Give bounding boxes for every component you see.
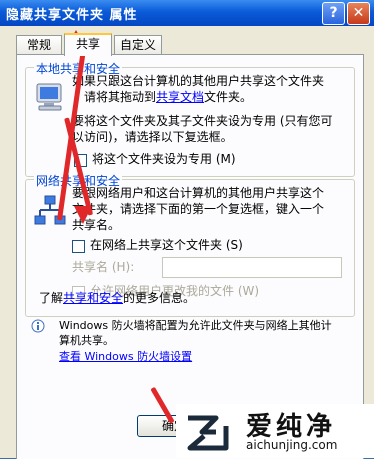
local-desc-line4: 以访问)，请选择以下复选框。	[72, 130, 233, 144]
computer-icon	[36, 83, 62, 111]
watermark-logo	[187, 415, 229, 451]
annotation-arrowhead-checkbox	[74, 206, 92, 224]
share-name-input[interactable]	[162, 257, 342, 278]
sharing-panel: 本地共享和安全 如果只跟这台计算机的其他用户共享这个文件夹 ，请将其拖动到共享文…	[16, 54, 364, 459]
learn-more-line: 了解共享和安全的更多信息。	[39, 291, 195, 306]
learn-more-prefix: 了解	[39, 291, 64, 305]
properties-window: 隐藏共享文件夹 属性 ? ✕ 常规 共享 自定义 本地共享和安全 如果只跟这台计…	[0, 0, 374, 459]
help-button[interactable]: ?	[322, 2, 345, 25]
firewall-settings-link[interactable]: 查看 Windows 防火墙设置	[59, 349, 192, 364]
shared-documents-link[interactable]: 共享文档	[156, 90, 204, 104]
local-desc-suffix: 文件夹。	[204, 90, 253, 104]
info-icon	[31, 319, 45, 333]
share-on-network-checkbox[interactable]	[72, 240, 85, 253]
make-private-label[interactable]: 将这个文件夹设为专用 (M)	[92, 152, 236, 167]
tab-sharing[interactable]: 共享	[64, 33, 112, 56]
firewall-line1: Windows 防火墙将配置为允许此文件夹与网络上其他计	[59, 319, 332, 332]
firewall-line2: 算机共享。	[59, 334, 114, 347]
learn-more-suffix: 的更多信息。	[123, 291, 196, 305]
network-desc-line2: 文件夹，请选择下面的第一个复选框，键入一个	[72, 202, 325, 216]
local-desc-text: ，请将其拖动到	[72, 90, 157, 104]
watermark-url: aichunjing.com	[246, 438, 338, 452]
share-name-label: 共享名 (H):	[72, 260, 135, 274]
watermark: 爱纯净 aichunjing.com	[176, 404, 374, 458]
local-desc-line1: 如果只跟这台计算机的其他用户共享这个文件夹	[72, 74, 325, 88]
sharing-security-link[interactable]: 共享和安全	[63, 291, 123, 305]
local-desc-line3: 要将这个文件夹及其子文件夹设为专用 (只有您可	[72, 114, 333, 128]
local-desc-line2: ，请将其拖动到共享文档文件夹。	[72, 90, 252, 105]
tab-customize[interactable]: 自定义	[114, 35, 162, 54]
share-on-network-label[interactable]: 在网络上共享这个文件夹 (S)	[90, 238, 243, 253]
window-title: 隐藏共享文件夹 属性	[6, 8, 138, 23]
title-bar[interactable]: 隐藏共享文件夹 属性 ? ✕	[0, 0, 374, 26]
tab-general[interactable]: 常规	[16, 35, 62, 54]
network-desc-line1: 要跟网络用户和这台计算机的其他用户共享这个	[72, 186, 325, 200]
close-button[interactable]: ✕	[347, 2, 370, 25]
